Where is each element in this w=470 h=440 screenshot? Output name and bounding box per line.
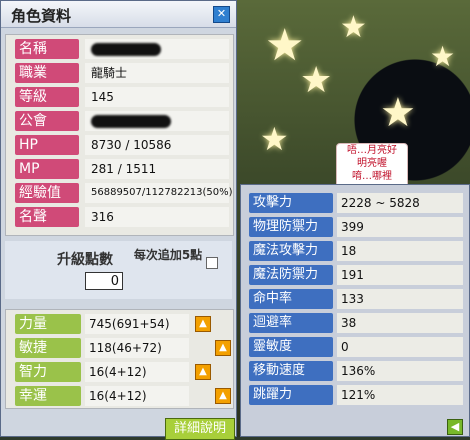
profile-row-hp: HP 8730 / 10586 xyxy=(11,135,229,155)
detail-label: 攻擊力 xyxy=(249,193,333,213)
profile-value-name xyxy=(85,39,229,59)
profile-label: 名稱 xyxy=(15,39,79,59)
detail-value: 136% xyxy=(337,361,463,381)
profile-label: HP xyxy=(15,135,79,155)
detail-label: 跳躍力 xyxy=(249,385,333,405)
star-decoration: ★ xyxy=(260,120,289,158)
star-decoration: ★ xyxy=(430,40,456,73)
detail-row: 攻擊力 2228 ~ 5828 xyxy=(249,193,463,213)
profile-value: 316 xyxy=(85,207,229,227)
detail-value: 399 xyxy=(337,217,463,237)
profile-row-name: 名稱 xyxy=(11,39,229,59)
profile-label: MP xyxy=(15,159,79,179)
add-five-label: 每次追加5點 xyxy=(133,248,203,262)
stat-value: 118(46+72) xyxy=(85,338,189,358)
detail-row: 魔法攻擊力 18 xyxy=(249,241,463,261)
stat-value: 745(691+54) xyxy=(85,314,189,334)
detail-label: 靈敏度 xyxy=(249,337,333,357)
detail-label: 移動速度 xyxy=(249,361,333,381)
stat-row-int: 智力 16(4+12) ▲ xyxy=(11,362,229,382)
npc-sign-line: 明亮喔 xyxy=(357,158,387,169)
detail-row: 物理防禦力 399 xyxy=(249,217,463,237)
detail-row: 靈敏度 0 xyxy=(249,337,463,357)
profile-label: 公會 xyxy=(15,111,79,131)
detail-row: 命中率 133 xyxy=(249,289,463,309)
npc-sign-line: 唷…哪裡 xyxy=(352,171,392,182)
star-decoration: ★ xyxy=(340,10,367,45)
stat-label: 智力 xyxy=(15,362,81,382)
profile-value-guild xyxy=(85,111,229,131)
profile-row-fame: 名聲 316 xyxy=(11,207,229,227)
detail-value: 38 xyxy=(337,313,463,333)
profile-panel: 名稱 職業 龍騎士 等級 145 公會 HP 8730 / 10586 MP 2… xyxy=(5,34,234,236)
stat-label: 幸運 xyxy=(15,386,81,406)
star-decoration: ★ xyxy=(380,90,416,136)
npc-sign-line: 唔…月亮好 xyxy=(347,145,397,156)
detail-label: 魔法攻擊力 xyxy=(249,241,333,261)
stat-label: 敏捷 xyxy=(15,338,81,358)
detail-value: 121% xyxy=(337,385,463,405)
detail-label: 命中率 xyxy=(249,289,333,309)
stat-row-str: 力量 745(691+54) ▲ xyxy=(11,314,229,334)
redacted-guild xyxy=(91,115,171,128)
add-stat-up-icon[interactable]: ▲ xyxy=(195,316,211,332)
ability-point-label: 升級點數 xyxy=(57,252,113,268)
profile-value: 龍騎士 xyxy=(85,63,229,83)
profile-label: 經驗值 xyxy=(15,183,79,203)
stat-value: 16(4+12) xyxy=(85,362,189,382)
profile-row-job: 職業 龍騎士 xyxy=(11,63,229,83)
star-decoration: ★ xyxy=(265,20,305,71)
stat-row-dex: 敏捷 118(46+72) ▲ xyxy=(11,338,231,358)
ability-point-value: 0 xyxy=(85,272,123,290)
profile-row-exp: 經驗值 56889507/112782213(50%) xyxy=(11,183,233,203)
profile-label: 名聲 xyxy=(15,207,79,227)
window-title: 角色資料 xyxy=(11,7,72,25)
stat-row-luk: 幸運 16(4+12) ▲ xyxy=(11,386,231,406)
star-decoration: ★ xyxy=(300,60,333,101)
detail-value: 0 xyxy=(337,337,463,357)
profile-row-guild: 公會 xyxy=(11,111,229,131)
profile-value: 8730 / 10586 xyxy=(85,135,229,155)
character-info-window[interactable]: 角色資料 ✕ 名稱 職業 龍騎士 等級 145 公會 HP 8730 / 105… xyxy=(0,0,237,440)
add-stat-up-icon[interactable]: ▲ xyxy=(215,340,231,356)
profile-label: 等級 xyxy=(15,87,79,107)
detail-row: 魔法防禦力 191 xyxy=(249,265,463,285)
profile-label: 職業 xyxy=(15,63,79,83)
detail-value: 133 xyxy=(337,289,463,309)
close-icon[interactable]: ✕ xyxy=(213,6,230,23)
detail-row: 跳躍力 121% xyxy=(249,385,463,405)
profile-value: 56889507/112782213(50%) xyxy=(85,183,233,203)
add-stat-up-icon[interactable]: ▲ xyxy=(215,388,231,404)
detail-row: 移動速度 136% xyxy=(249,361,463,381)
profile-value: 281 / 1511 xyxy=(85,159,229,179)
stat-value: 16(4+12) xyxy=(85,386,189,406)
stat-label: 力量 xyxy=(15,314,81,334)
npc-speech-sign: 唔…月亮好 明亮喔 唷…哪裡 xyxy=(336,143,408,189)
detail-value: 191 xyxy=(337,265,463,285)
detail-label: 迴避率 xyxy=(249,313,333,333)
profile-row-mp: MP 281 / 1511 xyxy=(11,159,229,179)
add-stat-up-icon[interactable]: ▲ xyxy=(195,364,211,380)
detail-stats-window: 攻擊力 2228 ~ 5828 物理防禦力 399 魔法攻擊力 18 魔法防禦力… xyxy=(240,184,470,437)
detail-row: 迴避率 38 xyxy=(249,313,463,333)
profile-value: 145 xyxy=(85,87,229,107)
detail-value: 18 xyxy=(337,241,463,261)
detail-label: 物理防禦力 xyxy=(249,217,333,237)
stats-panel: 力量 745(691+54) ▲ 敏捷 118(46+72) ▲ 智力 16(4… xyxy=(5,309,234,409)
redacted-name xyxy=(91,43,161,56)
profile-row-level: 等級 145 xyxy=(11,87,229,107)
detail-label: 魔法防禦力 xyxy=(249,265,333,285)
detail-value: 2228 ~ 5828 xyxy=(337,193,463,213)
add-five-checkbox[interactable] xyxy=(206,257,218,269)
window-titlebar[interactable]: 角色資料 ✕ xyxy=(1,1,236,28)
back-arrow-icon[interactable]: ◀ xyxy=(447,419,463,435)
